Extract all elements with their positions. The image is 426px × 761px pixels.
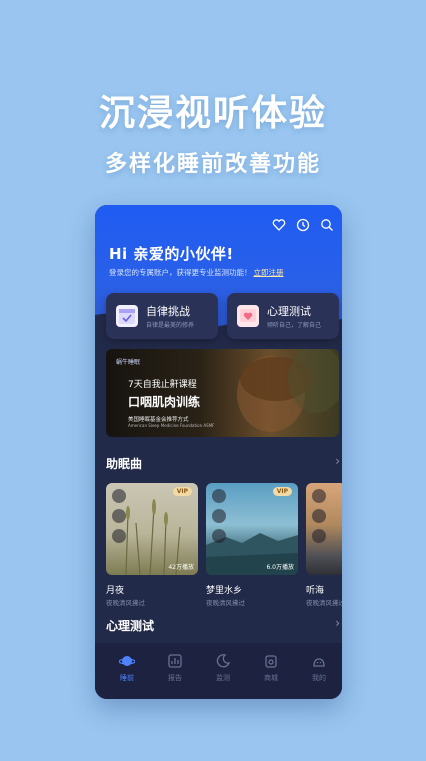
leaf-icon <box>212 489 226 503</box>
profile-icon <box>311 653 327 669</box>
tab-label: 我的 <box>312 674 326 682</box>
psych-section-title: 心理测试 <box>106 619 155 633</box>
shop-icon <box>263 653 279 669</box>
wind-icon <box>212 509 226 523</box>
calendar-check-icon <box>116 305 138 327</box>
promo-subtitle: 多样化睡前改善功能 <box>104 152 321 177</box>
play-count: 6.0万播放 <box>266 564 294 571</box>
card-subtitle: 自律是最美的修养 <box>146 322 195 329</box>
brand-logo: 蜗牛睡眠 <box>116 359 141 366</box>
chevron-right-icon[interactable]: › <box>335 454 340 468</box>
tab-bedtime[interactable]: 睡前 <box>107 653 147 683</box>
promo-title: 沉浸视听体验 <box>98 93 327 134</box>
tab-report[interactable]: 报告 <box>155 653 195 683</box>
wave-icon <box>212 529 226 543</box>
tab-label: 监测 <box>216 674 230 682</box>
banner-line-1: 7天自我止鼾课程 <box>128 380 197 390</box>
music-name: 梦里水乡 <box>206 586 243 596</box>
music-desc: 夜晚清风拂过 <box>306 599 342 607</box>
moon-icon <box>215 653 231 669</box>
report-icon <box>167 653 183 669</box>
wave-icon <box>312 529 326 543</box>
music-tags <box>112 489 126 543</box>
wind-icon <box>312 509 326 523</box>
play-count: 42万播放 <box>168 564 194 571</box>
bottom-tab-bar: 睡前 报告 监测 商城 我的 <box>95 643 342 699</box>
login-prompt: 登录您的专属账户，获得更专业监测功能！ 立即注册 <box>109 267 284 278</box>
search-icon[interactable] <box>320 217 334 231</box>
header-icons <box>272 217 334 232</box>
heart-icon[interactable] <box>272 217 286 231</box>
planet-icon <box>118 653 136 669</box>
music-desc: 夜晚清风拂过 <box>206 599 245 607</box>
tab-profile[interactable]: 我的 <box>299 653 339 683</box>
sleep-music-title: 助眠曲 <box>106 457 143 471</box>
clock-icon[interactable] <box>296 217 310 232</box>
leaf-icon <box>312 489 326 503</box>
wind-icon <box>112 509 126 523</box>
banner-headline: 口咽肌肉训练 <box>128 395 201 409</box>
tab-monitor[interactable]: 监测 <box>203 653 243 683</box>
psych-test-card[interactable]: 心理测试 倾听自己，了解自己 <box>227 293 339 339</box>
heart-chat-icon <box>237 305 259 327</box>
music-name: 月夜 <box>106 586 125 596</box>
music-tags <box>312 489 326 543</box>
card-title: 心理测试 <box>267 305 311 318</box>
leaf-icon <box>112 489 126 503</box>
banner-line-3: 美国睡眠基金会推荐方式 <box>128 417 189 423</box>
music-tags <box>212 489 226 543</box>
music-name: 听海 <box>306 586 325 596</box>
music-card-moon-night[interactable]: VIP 42万播放 <box>106 483 198 575</box>
card-subtitle: 倾听自己，了解自己 <box>267 322 322 329</box>
register-link[interactable]: 立即注册 <box>254 268 284 277</box>
music-card-dream-water-town[interactable]: VIP 6.0万播放 <box>206 483 298 575</box>
tab-label: 报告 <box>168 674 182 682</box>
tab-shop[interactable]: 商城 <box>251 653 291 683</box>
self-discipline-card[interactable]: 自律挑战 自律是最美的修养 <box>106 293 218 339</box>
music-card-listen-sea[interactable] <box>306 483 342 575</box>
phone-frame: Hi 亲爱的小伙伴! 登录您的专属账户，获得更专业监测功能！ 立即注册 自律挑战 … <box>95 205 342 699</box>
greeting: Hi 亲爱的小伙伴! <box>109 245 234 263</box>
tab-label: 商城 <box>264 674 278 682</box>
login-text: 登录您的专属账户，获得更专业监测功能！ <box>109 268 252 277</box>
music-desc: 夜晚清风拂过 <box>106 599 145 607</box>
card-title: 自律挑战 <box>146 305 190 318</box>
chevron-right-icon[interactable]: › <box>335 616 340 630</box>
banner-line-4: American Sleep Medicine Foundation ASMF <box>128 423 215 428</box>
snore-course-banner[interactable]: 蜗牛睡眠 7天自我止鼾课程 口咽肌肉训练 美国睡眠基金会推荐方式 America… <box>106 349 339 437</box>
vip-badge: VIP <box>272 487 292 496</box>
wave-icon <box>112 529 126 543</box>
tab-label: 睡前 <box>120 674 134 682</box>
vip-badge: VIP <box>172 487 192 496</box>
